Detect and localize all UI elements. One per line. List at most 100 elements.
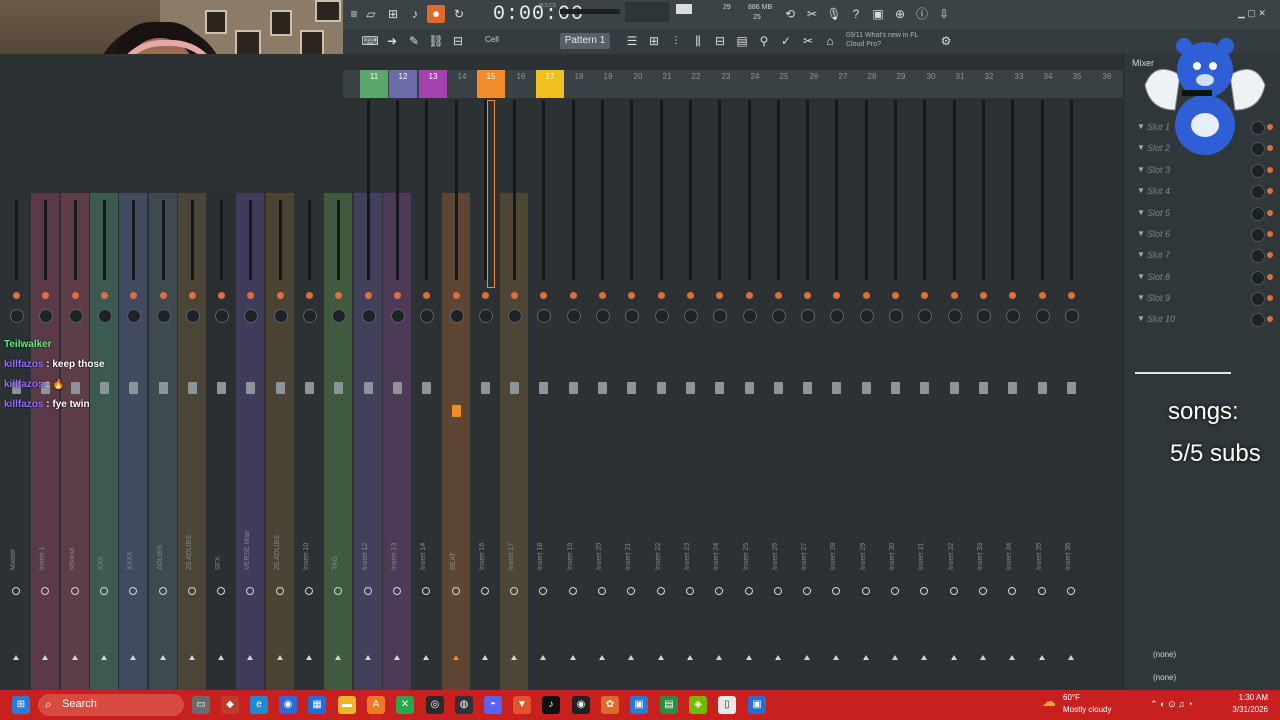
route-button[interactable] [422, 587, 430, 595]
menu-icon[interactable]: ≡ [345, 5, 363, 23]
fx-enable-knob[interactable] [833, 292, 840, 299]
notepad-icon[interactable]: ▯ [718, 696, 736, 714]
tools-icon[interactable]: ✓ [777, 32, 795, 50]
app-icon[interactable]: ◆ [221, 696, 239, 714]
fx-enable-knob[interactable] [980, 292, 987, 299]
fx-slot[interactable]: ▼ Slot 3 [1135, 161, 1273, 181]
weather-temp[interactable]: 60°F [1063, 693, 1080, 702]
app-icon[interactable]: A [367, 696, 385, 714]
volume-fader[interactable] [745, 382, 754, 394]
volume-fader[interactable] [276, 382, 285, 394]
track-name[interactable]: Insert 24 [713, 530, 725, 570]
pan-knob[interactable] [889, 309, 903, 323]
fx-slot[interactable]: ▼ Slot 6 [1135, 225, 1273, 245]
pan-knob[interactable] [537, 309, 551, 323]
track-name[interactable]: Insert 35 [1036, 530, 1048, 570]
pan-knob[interactable] [1065, 309, 1079, 323]
app-icon[interactable]: ◉ [279, 696, 297, 714]
obs-icon[interactable]: ◉ [572, 696, 590, 714]
fx-slot[interactable]: ▼ Slot 8 [1135, 268, 1273, 288]
slot-mix-knob[interactable] [1251, 206, 1265, 221]
pan-knob[interactable] [918, 309, 932, 323]
fx-slot[interactable]: ▼ Slot 7 [1135, 246, 1273, 266]
fx-enable-knob[interactable] [716, 292, 723, 299]
send-arrow[interactable] [423, 655, 429, 660]
pan-knob[interactable] [332, 309, 346, 323]
route-button[interactable] [364, 587, 372, 595]
plugin-icon[interactable]: ⊕ [891, 5, 909, 23]
metronome-icon[interactable]: ♪ [406, 5, 424, 23]
weather-icon[interactable]: ☁ [1042, 693, 1056, 710]
send-arrow[interactable] [130, 655, 136, 660]
slot-on-indicator[interactable] [1267, 252, 1273, 259]
volume-fader[interactable] [891, 382, 900, 394]
pan-knob[interactable] [801, 309, 815, 323]
track-name[interactable]: XXXX [127, 530, 139, 570]
pan-knob[interactable] [420, 309, 434, 323]
task-view-icon[interactable]: ▭ [192, 696, 210, 714]
pan-knob[interactable] [39, 309, 53, 323]
volume-fader[interactable] [217, 382, 226, 394]
volume-fader[interactable] [862, 382, 871, 394]
track-name[interactable]: VERSE Main [244, 530, 256, 570]
pan-knob[interactable] [362, 309, 376, 323]
send-arrow[interactable] [687, 655, 693, 660]
track-name[interactable]: Insert 14 [420, 530, 432, 570]
brave-icon[interactable]: ▼ [513, 696, 531, 714]
track-name[interactable]: ADLIBS [157, 530, 169, 570]
volume-fader[interactable] [452, 405, 461, 417]
volume-fader[interactable] [334, 382, 343, 394]
fx-enable-knob[interactable] [277, 292, 284, 299]
volume-fader[interactable] [832, 382, 841, 394]
send-arrow[interactable] [218, 655, 224, 660]
fx-enable-knob[interactable] [511, 292, 518, 299]
eq-preset-none[interactable]: (none) [1153, 650, 1176, 659]
volume-fader[interactable] [129, 382, 138, 394]
fx-enable-knob[interactable] [72, 292, 79, 299]
send-arrow[interactable] [160, 655, 166, 660]
volume-fader[interactable] [1008, 382, 1017, 394]
volume-fader[interactable] [71, 382, 80, 394]
route-button[interactable] [627, 587, 635, 595]
route-button[interactable] [1038, 587, 1046, 595]
pan-knob[interactable] [215, 309, 229, 323]
send-arrow[interactable] [833, 655, 839, 660]
fx-enable-knob[interactable] [892, 292, 899, 299]
help-icon[interactable]: ? [847, 5, 865, 23]
route-button[interactable] [832, 587, 840, 595]
eq-preset-none[interactable]: (none) [1153, 673, 1176, 682]
volume-fader[interactable] [539, 382, 548, 394]
volume-fader[interactable] [803, 382, 812, 394]
send-arrow[interactable] [921, 655, 927, 660]
weather-desc[interactable]: Mostly cloudy [1063, 705, 1111, 714]
route-button[interactable] [862, 587, 870, 595]
send-arrow[interactable] [628, 655, 634, 660]
volume-fader[interactable] [979, 382, 988, 394]
xbox-icon[interactable]: ✕ [396, 696, 414, 714]
fx-enable-knob[interactable] [13, 292, 20, 299]
send-arrow[interactable] [951, 655, 957, 660]
track-name[interactable]: Insert 29 [860, 530, 872, 570]
arrow-icon[interactable]: ➜ [383, 32, 401, 50]
channel-rack-icon[interactable]: ⊞ [645, 32, 663, 50]
pan-knob[interactable] [10, 309, 24, 323]
route-button[interactable] [100, 587, 108, 595]
fx-enable-knob[interactable] [306, 292, 313, 299]
fx-enable-knob[interactable] [335, 292, 342, 299]
route-button[interactable] [569, 587, 577, 595]
send-arrow[interactable] [1009, 655, 1015, 660]
fx-slot[interactable]: ▼ Slot 10 [1135, 310, 1273, 330]
nvidia-icon[interactable]: ◈ [689, 696, 707, 714]
fx-enable-knob[interactable] [687, 292, 694, 299]
shuffle-icon[interactable]: ✂ [799, 32, 817, 50]
cut-icon[interactable]: ✂ [803, 5, 821, 23]
route-button[interactable] [979, 587, 987, 595]
taskbar-time[interactable]: 1:30 AM [1222, 693, 1268, 702]
route-button[interactable] [159, 587, 167, 595]
pattern-mode-icon[interactable]: ⊞ [384, 5, 402, 23]
volume-fader[interactable] [246, 382, 255, 394]
track-name[interactable]: Insert 30 [889, 530, 901, 570]
send-arrow[interactable] [658, 655, 664, 660]
send-arrow[interactable] [482, 655, 488, 660]
undo-icon[interactable]: ⟲ [781, 5, 799, 23]
